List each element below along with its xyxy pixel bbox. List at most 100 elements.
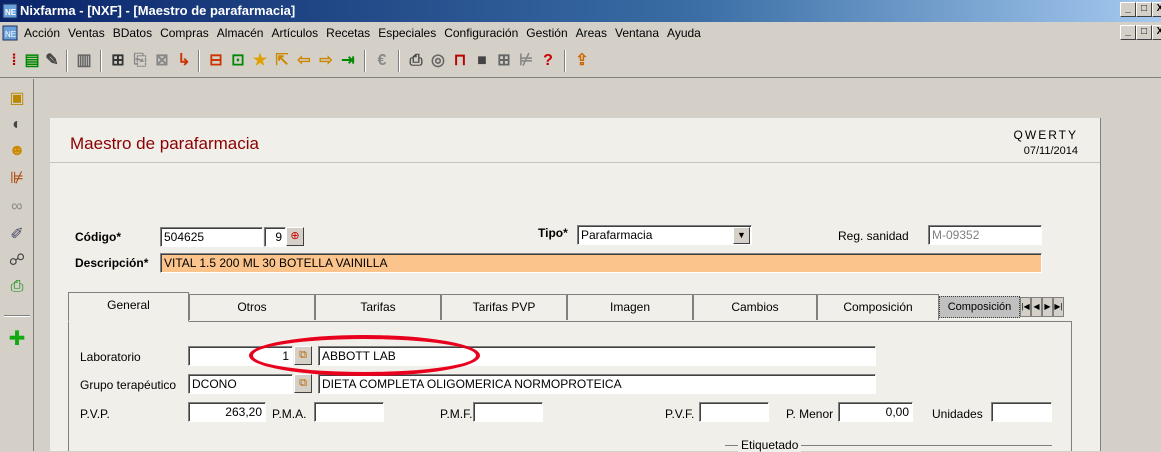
tab-prev-icon[interactable]: ◀ bbox=[1031, 297, 1042, 317]
pma-field[interactable] bbox=[314, 402, 384, 422]
menu-bar: NE Acción Ventas BDatos Compras Almacén … bbox=[0, 22, 1161, 44]
unidades-field[interactable] bbox=[991, 402, 1052, 422]
workspace-top bbox=[34, 79, 1161, 118]
svg-text:NE: NE bbox=[5, 30, 16, 39]
menu-bdatos[interactable]: BDatos bbox=[109, 26, 156, 40]
codigo-field[interactable]: 504625 bbox=[160, 227, 263, 247]
codigo-check-field[interactable]: 9 bbox=[264, 227, 286, 247]
search-button[interactable]: ⊕ bbox=[286, 227, 304, 246]
tab-general[interactable]: General bbox=[68, 292, 189, 322]
menu-gestion[interactable]: Gestión bbox=[522, 26, 571, 40]
catalog-icon[interactable]: ▣ bbox=[7, 89, 27, 109]
codigo-label: Código* bbox=[75, 230, 121, 244]
print-icon[interactable]: ⎙ bbox=[406, 51, 426, 71]
menu-configuracion[interactable]: Configuración bbox=[440, 26, 522, 40]
menu-ayuda[interactable]: Ayuda bbox=[663, 26, 705, 40]
grupo-name-field[interactable]: DIETA COMPLETA OLIGOMERICA NORMOPROTEICA bbox=[318, 374, 876, 394]
mdi-restore-button[interactable]: □ bbox=[1136, 25, 1152, 40]
import-icon[interactable]: ⇥ bbox=[338, 51, 358, 71]
menu-almacen[interactable]: Almacén bbox=[213, 26, 268, 40]
tipo-select[interactable]: Parafarmacia bbox=[577, 225, 752, 245]
close-button[interactable]: X bbox=[1152, 2, 1161, 17]
go-icon[interactable]: ⇱ bbox=[272, 51, 292, 71]
menu-compras[interactable]: Compras bbox=[156, 26, 213, 40]
arrow-left-icon[interactable]: ⇦ bbox=[294, 51, 314, 71]
tab-otros[interactable]: Otros bbox=[189, 294, 315, 320]
document-check-icon[interactable]: ⎘ bbox=[130, 51, 150, 71]
pvf-field[interactable] bbox=[699, 402, 769, 422]
menu-areas[interactable]: Areas bbox=[572, 26, 611, 40]
menu-ventas[interactable]: Ventas bbox=[64, 26, 109, 40]
laboratorio-label: Laboratorio bbox=[80, 350, 141, 364]
user-icon[interactable]: ☻ bbox=[7, 141, 27, 161]
maximize-button[interactable]: □ bbox=[1136, 2, 1152, 17]
preview-icon[interactable]: ◎ bbox=[428, 51, 448, 71]
tab-composicion-2[interactable]: Composición bbox=[939, 296, 1020, 318]
pmenor-label: P. Menor bbox=[786, 407, 834, 421]
lock-icon[interactable]: ⊓ bbox=[450, 51, 470, 71]
tab-cambios[interactable]: Cambios bbox=[693, 294, 817, 320]
exit-icon[interactable]: ↳ bbox=[174, 51, 194, 71]
list-icon[interactable]: ▤ bbox=[22, 51, 42, 71]
tab-next-icon[interactable]: ▶ bbox=[1042, 297, 1053, 317]
delete-icon[interactable]: ⊠ bbox=[152, 51, 172, 71]
edit-record-icon[interactable]: ◐ bbox=[7, 115, 27, 135]
people-icon[interactable]: ☍ bbox=[7, 251, 27, 271]
star-icon[interactable]: ★ bbox=[250, 51, 270, 71]
euro-icon[interactable]: € bbox=[372, 51, 392, 71]
tab-tarifas[interactable]: Tarifas bbox=[315, 294, 441, 320]
grid-icon[interactable]: ⁞ bbox=[4, 51, 24, 71]
mdi-minimize-button[interactable]: _ bbox=[1120, 25, 1136, 40]
menu-ventana[interactable]: Ventana bbox=[611, 26, 663, 40]
menu-recetas[interactable]: Recetas bbox=[322, 26, 374, 40]
reg-sanidad-label: Reg. sanidad bbox=[838, 229, 909, 243]
tab-composicion[interactable]: Composición bbox=[817, 294, 939, 320]
window-title: Nixfarma - [NXF] - [Maestro de parafarma… bbox=[20, 3, 296, 18]
copy-icon[interactable]: ⊟ bbox=[206, 51, 226, 71]
menu-especiales[interactable]: Especiales bbox=[374, 26, 440, 40]
reg-sanidad-field[interactable]: M-09352 bbox=[928, 225, 1042, 245]
calculator-icon[interactable]: ▥ bbox=[74, 51, 94, 71]
window-controls: _ □ X bbox=[1120, 2, 1161, 17]
tab-first-icon[interactable]: |◀ bbox=[1020, 297, 1031, 317]
binoculars-icon[interactable]: ⊞ bbox=[108, 51, 128, 71]
form-header: Maestro de parafarmacia QWERTY 07/11/201… bbox=[50, 118, 1100, 163]
tab-imagen[interactable]: Imagen bbox=[567, 294, 693, 320]
tab-scroll: |◀ ◀ ▶ ▶| bbox=[1020, 297, 1064, 317]
document-icon[interactable]: NE bbox=[2, 25, 18, 41]
chevron-down-icon[interactable]: ▼ bbox=[733, 227, 750, 244]
grupo-label: Grupo terapéutico bbox=[80, 378, 177, 392]
cart-icon[interactable]: ⊭ bbox=[516, 51, 536, 71]
grupo-code-field[interactable]: DCONO bbox=[188, 374, 293, 394]
report-icon[interactable]: ⊞ bbox=[494, 51, 514, 71]
descripcion-field[interactable]: VITAL 1.5 200 ML 30 BOTELLA VAINILLA bbox=[160, 253, 1042, 273]
pmenor-field[interactable]: 0,00 bbox=[838, 402, 913, 422]
arrow-right-icon[interactable]: ⇨ bbox=[316, 51, 336, 71]
edit-icon[interactable]: ✎ bbox=[42, 51, 62, 71]
pen-icon[interactable]: ✐ bbox=[7, 225, 27, 245]
menu-accion[interactable]: Acción bbox=[20, 26, 64, 40]
stop-icon[interactable]: ■ bbox=[472, 51, 492, 71]
tab-tarifas-pvp[interactable]: Tarifas PVP bbox=[441, 294, 567, 320]
lookup-button[interactable]: ⧉ bbox=[294, 374, 312, 393]
toolbar-separator bbox=[564, 50, 566, 72]
title-bar: NE Nixfarma - [NXF] - [Maestro de parafa… bbox=[0, 0, 1161, 22]
pma-label: P.M.A. bbox=[272, 407, 307, 421]
upload-icon[interactable]: ⇪ bbox=[572, 51, 592, 71]
toolbar-separator bbox=[364, 50, 366, 72]
pvp-field[interactable]: 263,20 bbox=[188, 402, 266, 422]
shopping-icon[interactable]: ⊯ bbox=[7, 169, 27, 189]
tab-last-icon[interactable]: ▶| bbox=[1053, 297, 1064, 317]
mdi-controls: _ □ X bbox=[1120, 25, 1161, 40]
tree-icon[interactable]: ⊡ bbox=[228, 51, 248, 71]
help-icon[interactable]: ? bbox=[538, 51, 558, 71]
svg-text:NE: NE bbox=[5, 8, 17, 17]
pharmacy-cross-icon[interactable]: ✚ bbox=[7, 329, 27, 349]
printer-icon[interactable]: ⎙ bbox=[7, 277, 27, 297]
glasses-icon[interactable]: ∞ bbox=[7, 197, 27, 217]
menu-articulos[interactable]: Artículos bbox=[267, 26, 322, 40]
toolbar-separator bbox=[198, 50, 200, 72]
minimize-button[interactable]: _ bbox=[1120, 2, 1136, 17]
mdi-close-button[interactable]: X bbox=[1152, 25, 1161, 40]
pmf-field[interactable] bbox=[473, 402, 543, 422]
